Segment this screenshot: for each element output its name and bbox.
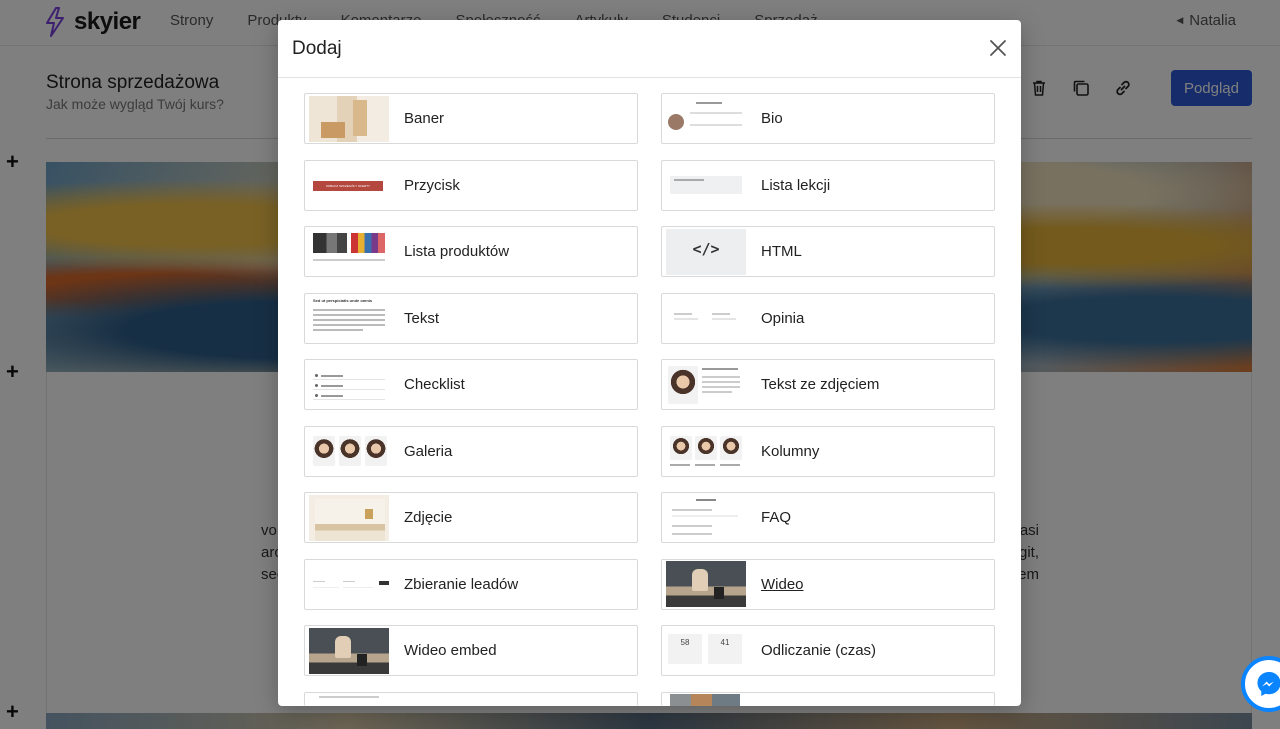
button-thumbnail: ZOBACZ SZCZEGÓŁY OFERTY — [309, 162, 389, 208]
countdown-value: 41 — [720, 637, 730, 647]
video-thumbnail — [666, 561, 746, 607]
block-option-partial[interactable] — [661, 691, 995, 706]
block-label: Wideo — [761, 575, 804, 593]
block-option-galeria[interactable]: Galeria — [304, 425, 638, 477]
block-label: Checklist — [404, 376, 465, 393]
testimonial-thumbnail — [666, 295, 746, 341]
block-label: FAQ — [761, 509, 792, 526]
video-embed-thumbnail — [309, 627, 389, 674]
block-label: HTML — [761, 243, 802, 260]
block-label: Lista lekcji — [761, 176, 831, 194]
block-option-przycisk[interactable]: ZOBACZ SZCZEGÓŁY OFERTY Przycisk — [304, 159, 638, 211]
block-option-checklist[interactable]: Checklist — [304, 359, 638, 410]
block-option-lista-lekcji[interactable]: Lista lekcji — [661, 159, 995, 211]
checklist-thumbnail — [309, 362, 389, 408]
countdown-value: 58 — [680, 637, 690, 647]
thumbnail-text: Sed ut perspiciatis unde omnis — [313, 298, 373, 303]
block-label: Opinia — [761, 309, 805, 327]
block-label: Przycisk — [404, 176, 460, 194]
block-label: Baner — [404, 110, 445, 127]
text-thumbnail: Sed ut perspiciatis unde omnis — [309, 295, 389, 341]
code-glyph: </> — [692, 239, 720, 258]
block-option-partial[interactable] — [304, 691, 638, 706]
block-grid: Baner Bio ZOBACZ SZCZEGÓŁY OFERTY Przyci… — [304, 93, 995, 706]
block-label: Galeria — [404, 442, 453, 460]
block-label: Tekst ze zdjęciem — [761, 376, 880, 393]
lead-form-thumbnail — [309, 561, 389, 607]
block-thumbnail — [670, 693, 740, 706]
block-thumbnail — [309, 694, 389, 706]
close-icon — [990, 40, 1006, 56]
faq-thumbnail — [666, 495, 746, 541]
block-label: Wideo embed — [404, 642, 497, 659]
columns-thumbnail — [666, 428, 746, 474]
photo-thumbnail — [309, 494, 389, 541]
block-option-faq[interactable]: FAQ — [661, 492, 995, 543]
code-icon: </> — [666, 228, 746, 275]
block-label: Tekst — [404, 309, 440, 327]
add-block-modal: Dodaj Baner Bio ZOBACZ SZCZEGÓŁY OFERTY … — [278, 20, 1021, 706]
block-label: Bio — [761, 110, 783, 127]
block-option-opinia[interactable]: Opinia — [661, 292, 995, 344]
lesson-list-thumbnail — [666, 162, 746, 208]
countdown-thumbnail: 58 41 — [666, 628, 746, 674]
block-option-lista-produktow[interactable]: Lista produktów — [304, 226, 638, 277]
block-option-baner[interactable]: Baner — [304, 93, 638, 144]
modal-title: Dodaj — [292, 38, 342, 59]
close-button[interactable] — [987, 37, 1009, 59]
thumbnail-text: ZOBACZ SZCZEGÓŁY OFERTY — [325, 184, 371, 188]
bio-thumbnail — [666, 96, 746, 142]
modal-header: Dodaj — [278, 20, 1021, 78]
text-with-photo-thumbnail — [666, 362, 746, 408]
block-label: Lista produktów — [404, 243, 510, 260]
product-list-thumbnail — [309, 228, 389, 275]
block-option-html[interactable]: </> HTML — [661, 226, 995, 277]
messenger-icon — [1257, 672, 1280, 696]
block-label: Kolumny — [761, 442, 820, 460]
block-option-bio[interactable]: Bio — [661, 93, 995, 144]
block-label: Odliczanie (czas) — [761, 642, 877, 659]
block-option-odliczanie[interactable]: 58 41 Odliczanie (czas) — [661, 625, 995, 676]
block-option-tekst[interactable]: Sed ut perspiciatis unde omnis Tekst — [304, 292, 638, 344]
block-option-tekst-ze-zdjeciem[interactable]: Tekst ze zdjęciem — [661, 359, 995, 410]
gallery-thumbnail — [309, 428, 389, 474]
block-option-wideo[interactable]: Wideo — [661, 558, 995, 610]
block-option-zdjecie[interactable]: Zdjęcie — [304, 492, 638, 543]
block-label: Zdjęcie — [404, 509, 453, 526]
block-option-zbieranie-leadow[interactable]: Zbieranie leadów — [304, 558, 638, 610]
block-option-kolumny[interactable]: Kolumny — [661, 425, 995, 477]
block-option-wideo-embed[interactable]: Wideo embed — [304, 625, 638, 676]
banner-thumbnail — [309, 95, 389, 142]
modal-body[interactable]: Baner Bio ZOBACZ SZCZEGÓŁY OFERTY Przyci… — [278, 78, 1021, 706]
block-label: Zbieranie leadów — [404, 575, 519, 593]
